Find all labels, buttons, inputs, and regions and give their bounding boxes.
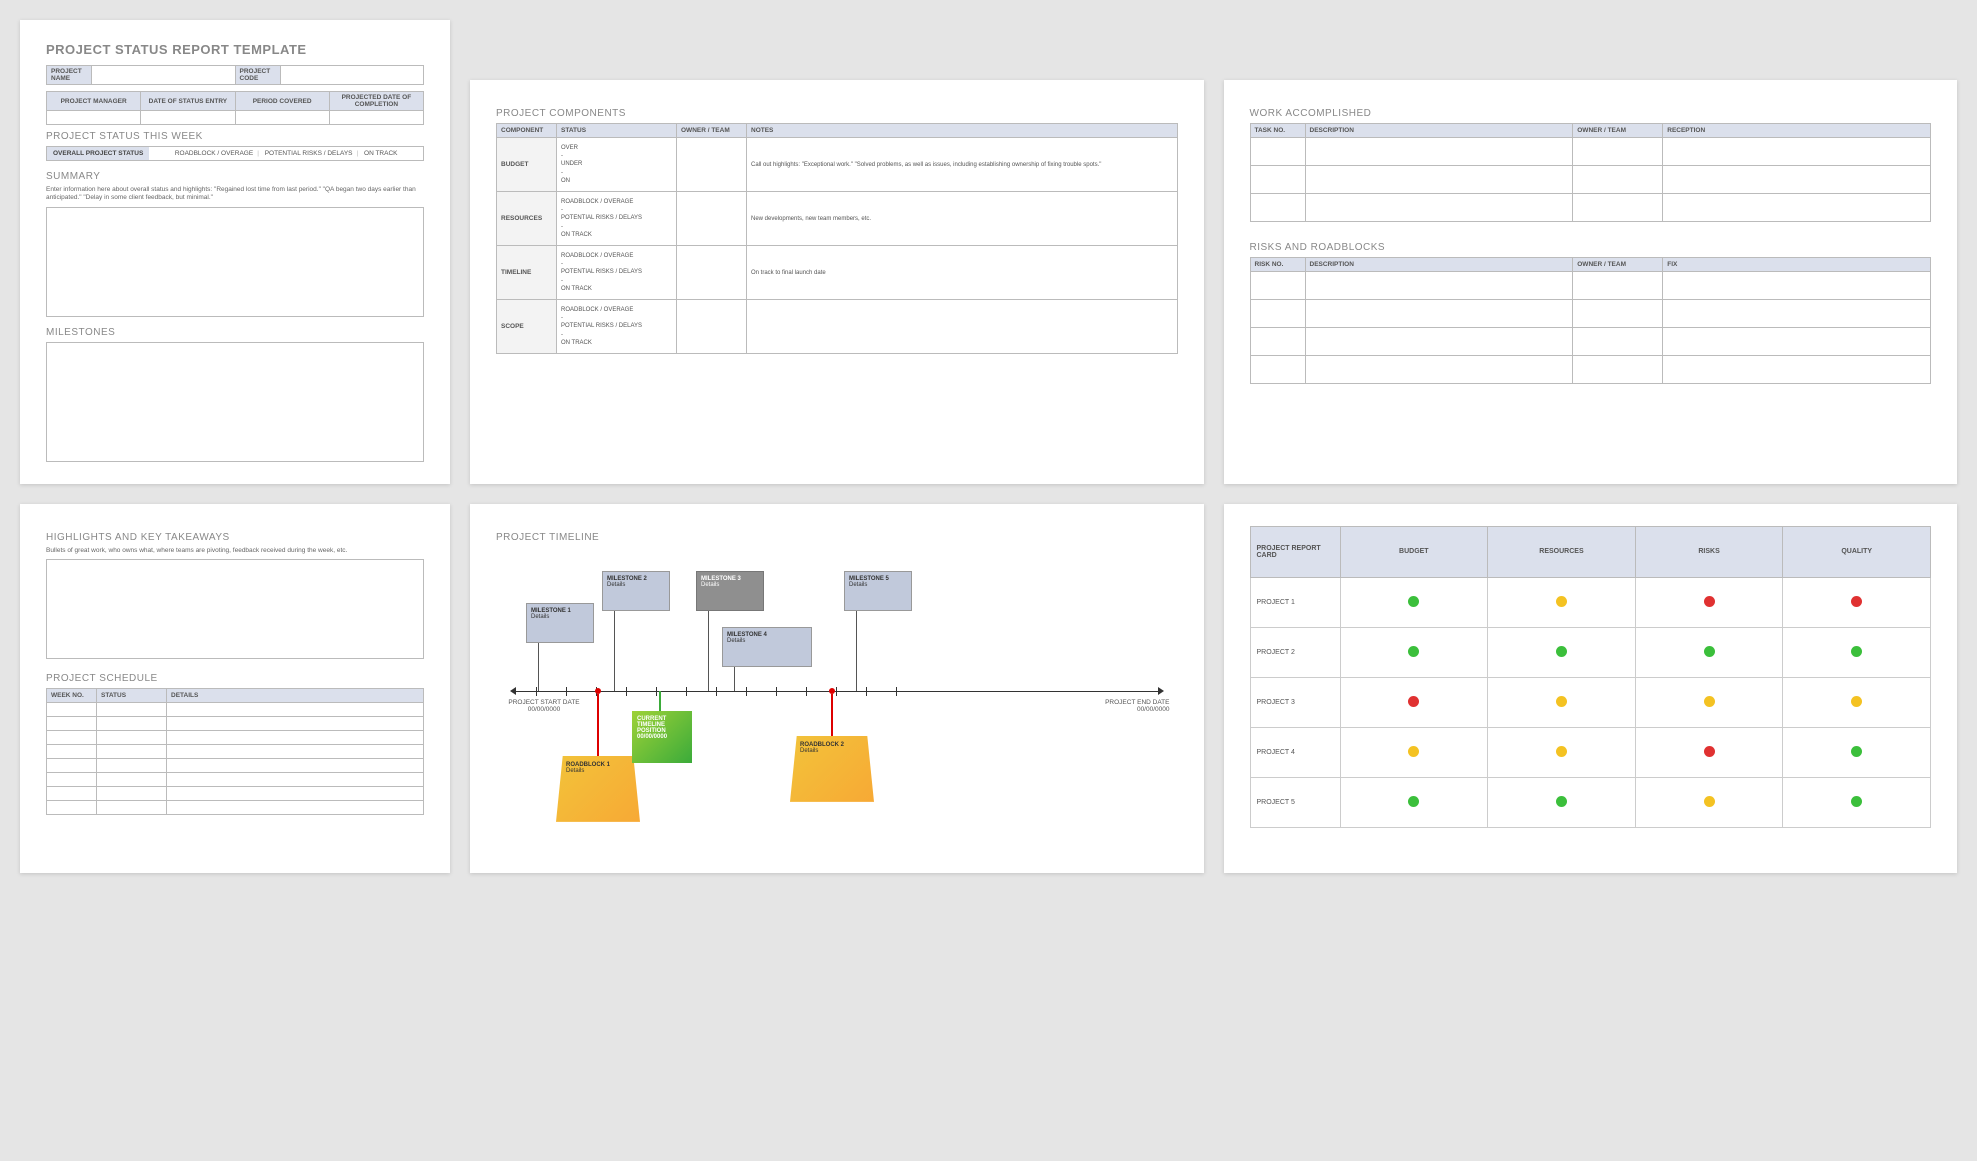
table-row (47, 745, 424, 759)
milestones-box[interactable] (46, 342, 424, 462)
summary-box[interactable] (46, 207, 424, 317)
work-table: TASK NO. DESCRIPTION OWNER / TEAM RECEPT… (1250, 123, 1932, 222)
status-light (1408, 746, 1419, 757)
table-row: RESOURCES ROADBLOCK / OVERAGE - POTENTIA… (497, 192, 1178, 246)
page-status-report: PROJECT STATUS REPORT TEMPLATE PROJECT N… (20, 20, 450, 484)
status-light (1704, 796, 1715, 807)
dates-completion-label: PROJECTED DATE OF COMPLETION (329, 92, 423, 111)
table-row (1250, 194, 1931, 222)
status-light (1704, 746, 1715, 757)
status-light (1408, 796, 1419, 807)
status-light (1851, 596, 1862, 607)
status-light (1408, 596, 1419, 607)
page-highlights-schedule: HIGHLIGHTS AND KEY TAKEAWAYS Bullets of … (20, 504, 450, 873)
table-row (47, 773, 424, 787)
dates-table: PROJECT MANAGER DATE OF STATUS ENTRY PER… (46, 91, 424, 125)
status-light (1851, 796, 1862, 807)
roadblock-2: ROADBLOCK 2Details (790, 736, 874, 802)
week-title: PROJECT STATUS THIS WEEK (46, 131, 424, 142)
table-row (1250, 300, 1931, 328)
table-row (47, 717, 424, 731)
status-light (1704, 696, 1715, 707)
table-row: BUDGET OVER - UNDER - ON Call out highli… (497, 138, 1178, 192)
table-row (47, 759, 424, 773)
table-row: SCOPE ROADBLOCK / OVERAGE - POTENTIAL RI… (497, 300, 1178, 354)
highlights-box[interactable] (46, 559, 424, 659)
meta-name-label: PROJECT NAME (47, 66, 92, 85)
milestones-title: MILESTONES (46, 327, 424, 338)
status-light (1556, 796, 1567, 807)
dates-period-label: PERIOD COVERED (235, 92, 329, 111)
table-row: PROJECT 5 (1250, 777, 1931, 827)
page-timeline: PROJECT TIMELINE MILESTONE 1Details MILE… (470, 504, 1204, 873)
status-bar-options[interactable]: ROADBLOCK / OVERAGE| POTENTIAL RISKS / D… (149, 147, 423, 160)
table-row (1250, 328, 1931, 356)
milestone-1: MILESTONE 1Details (526, 603, 594, 643)
status-light (1408, 696, 1419, 707)
timeline-chart: MILESTONE 1Details MILESTONE 2Details MI… (496, 551, 1178, 851)
status-light (1851, 746, 1862, 757)
roadblock-1: ROADBLOCK 1Details (556, 756, 640, 822)
highlights-title: HIGHLIGHTS AND KEY TAKEAWAYS (46, 532, 424, 543)
table-row: PROJECT 1 (1250, 577, 1931, 627)
table-row (47, 731, 424, 745)
table-row (47, 801, 424, 815)
risks-table: RISK NO. DESCRIPTION OWNER / TEAM FIX (1250, 257, 1932, 384)
table-row (47, 703, 424, 717)
schedule-table: WEEK NO. STATUS DETAILS (46, 688, 424, 815)
status-light (1408, 646, 1419, 657)
dates-manager-label: PROJECT MANAGER (47, 92, 141, 111)
summary-title: SUMMARY (46, 171, 424, 182)
page-work-risks: WORK ACCOMPLISHED TASK NO. DESCRIPTION O… (1224, 80, 1958, 484)
work-title: WORK ACCOMPLISHED (1250, 108, 1932, 119)
status-bar: OVERALL PROJECT STATUS ROADBLOCK / OVERA… (46, 146, 424, 161)
dates-entry-label: DATE OF STATUS ENTRY (141, 92, 235, 111)
status-light (1704, 646, 1715, 657)
meta-code-label: PROJECT CODE (235, 66, 280, 85)
status-light (1851, 696, 1862, 707)
table-row: PROJECT 2 (1250, 627, 1931, 677)
milestone-5: MILESTONE 5Details (844, 571, 912, 611)
meta-name-value[interactable] (92, 66, 236, 85)
table-row: TIMELINE ROADBLOCK / OVERAGE - POTENTIAL… (497, 246, 1178, 300)
report-card-table: PROJECT REPORT CARD BUDGET RESOURCES RIS… (1250, 526, 1932, 828)
page-components: PROJECT COMPONENTS COMPONENT STATUS OWNE… (470, 80, 1204, 484)
components-table: COMPONENT STATUS OWNER / TEAM NOTES BUDG… (496, 123, 1178, 354)
status-light (1704, 596, 1715, 607)
table-row: PROJECT 4 (1250, 727, 1931, 777)
components-title: PROJECT COMPONENTS (496, 108, 1178, 119)
table-row (1250, 166, 1931, 194)
timeline-end: PROJECT END DATE00/00/0000 (1090, 699, 1170, 713)
risks-title: RISKS AND ROADBLOCKS (1250, 242, 1932, 253)
timeline-start: PROJECT START DATE00/00/0000 (504, 699, 584, 713)
current-position: CURRENT TIMELINE POSITION 00/00/0000 (632, 711, 692, 763)
status-light (1851, 646, 1862, 657)
table-row (47, 787, 424, 801)
schedule-title: PROJECT SCHEDULE (46, 673, 424, 684)
timeline-title: PROJECT TIMELINE (496, 532, 1178, 543)
status-light (1556, 746, 1567, 757)
meta-table: PROJECT NAME PROJECT CODE (46, 65, 424, 85)
table-row (1250, 356, 1931, 384)
table-row (1250, 272, 1931, 300)
table-row: PROJECT 3 (1250, 677, 1931, 727)
table-row (1250, 138, 1931, 166)
page-report-card: PROJECT REPORT CARD BUDGET RESOURCES RIS… (1224, 504, 1958, 873)
highlights-desc: Bullets of great work, who owns what, wh… (46, 547, 424, 555)
status-light (1556, 596, 1567, 607)
milestone-3: MILESTONE 3Details (696, 571, 764, 611)
status-bar-label: OVERALL PROJECT STATUS (47, 147, 149, 160)
status-light (1556, 696, 1567, 707)
page-title: PROJECT STATUS REPORT TEMPLATE (46, 42, 424, 57)
meta-code-value[interactable] (280, 66, 424, 85)
summary-desc: Enter information here about overall sta… (46, 186, 424, 203)
milestone-4: MILESTONE 4Details (722, 627, 812, 667)
milestone-2: MILESTONE 2Details (602, 571, 670, 611)
status-light (1556, 646, 1567, 657)
